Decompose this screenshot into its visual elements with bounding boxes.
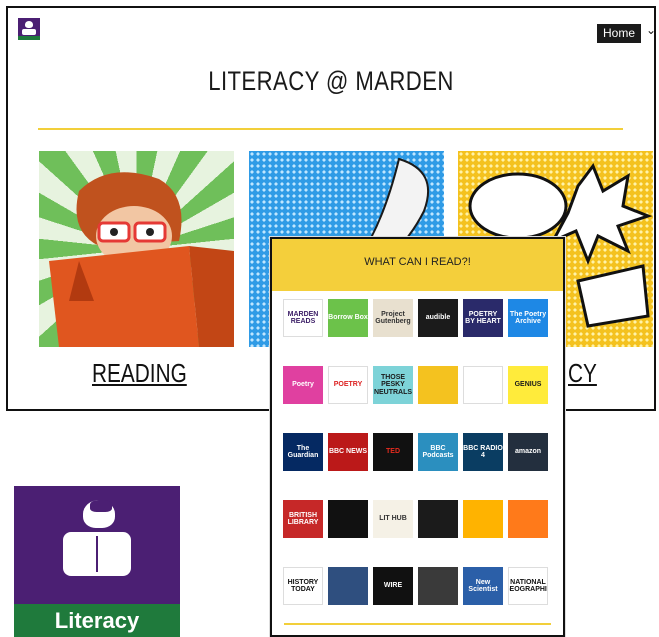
resource-tile[interactable]: WIRE <box>373 567 415 619</box>
resource-logo[interactable]: THOSE PESKY NEUTRALS <box>373 366 413 404</box>
resource-logo[interactable]: TED <box>373 433 413 471</box>
reading-woman-illustration <box>49 172 234 347</box>
resource-logo[interactable] <box>418 366 458 404</box>
resource-tile[interactable]: POETRY <box>328 366 370 418</box>
resource-logo[interactable] <box>328 500 368 538</box>
resource-logo[interactable]: WIRE <box>373 567 413 605</box>
resource-tile[interactable]: The Poetry Archive <box>508 299 550 351</box>
resource-logo[interactable]: POETRY <box>328 366 368 404</box>
resource-logo[interactable]: NATIONAL GEOGRAPHIC <box>508 567 548 605</box>
literacy-badge: Literacy <box>14 486 180 637</box>
resource-logo[interactable]: Poetry <box>283 366 323 404</box>
chevron-down-icon[interactable]: ⌄ <box>646 23 654 37</box>
resource-tile[interactable]: LIT HUB <box>373 500 415 552</box>
resource-tile[interactable] <box>328 567 370 619</box>
resource-tile[interactable] <box>463 500 505 552</box>
resource-tile[interactable]: BBC NEWS <box>328 433 370 485</box>
resource-tile[interactable]: BRITISH LIBRARY <box>283 500 325 552</box>
resource-logo[interactable]: LIT HUB <box>373 500 413 538</box>
resource-logo[interactable] <box>463 366 503 404</box>
resource-logo[interactable]: MARDEN READS <box>283 299 323 337</box>
resource-logo[interactable] <box>328 567 368 605</box>
resource-logo[interactable]: BBC Podcasts <box>418 433 458 471</box>
resource-logo[interactable]: Project Gutenberg <box>373 299 413 337</box>
resource-logo[interactable] <box>508 500 548 538</box>
resource-tile[interactable]: HISTORY TODAY <box>283 567 325 619</box>
resource-logo[interactable] <box>418 567 458 605</box>
resource-tile[interactable]: POETRY BY HEART <box>463 299 505 351</box>
resource-logo[interactable]: POETRY BY HEART <box>463 299 503 337</box>
resource-tile[interactable] <box>508 500 550 552</box>
resource-logo[interactable]: amazon <box>508 433 548 471</box>
resource-tile[interactable]: audible <box>418 299 460 351</box>
resource-tile[interactable] <box>328 500 370 552</box>
tile-label-reading[interactable]: READING <box>92 358 187 389</box>
resource-logo[interactable]: The Poetry Archive <box>508 299 548 337</box>
tile-label-literacy[interactable]: CY <box>568 358 597 389</box>
home-nav-button[interactable]: Home <box>597 24 642 43</box>
resource-tile[interactable]: THOSE PESKY NEUTRALS <box>373 366 415 418</box>
resource-tile[interactable]: NATIONAL GEOGRAPHIC <box>508 567 550 619</box>
resource-logo[interactable] <box>463 500 503 538</box>
resource-tile[interactable]: Borrow Box <box>328 299 370 351</box>
what-can-i-read-window: WHAT CAN I READ?! MARDEN READS Borrow Box… <box>270 237 565 637</box>
popup-footer-divider <box>284 623 551 625</box>
resource-tile[interactable] <box>418 567 460 619</box>
site-logo-icon[interactable] <box>18 18 40 40</box>
resource-tile[interactable]: TED <box>373 433 415 485</box>
tile-image-reading[interactable] <box>39 151 234 347</box>
resource-logo[interactable]: BRITISH LIBRARY <box>283 500 323 538</box>
resource-logo[interactable]: New Scientist <box>463 567 503 605</box>
resource-logo[interactable]: BBC NEWS <box>328 433 368 471</box>
resource-tile[interactable]: BBC Podcasts <box>418 433 460 485</box>
resource-tile[interactable]: BBC RADIO 4 <box>463 433 505 485</box>
resource-logo[interactable]: The Guardian <box>283 433 323 471</box>
resource-logo[interactable]: BBC RADIO 4 <box>463 433 503 471</box>
resource-tile[interactable]: MARDEN READS <box>283 299 325 351</box>
resource-tile[interactable]: GENIUS <box>508 366 550 418</box>
resource-logo[interactable] <box>418 500 458 538</box>
resource-tile[interactable] <box>418 500 460 552</box>
resource-logo[interactable]: audible <box>418 299 458 337</box>
page-title: LITERACY @ MARDEN <box>208 66 454 96</box>
resource-logo[interactable]: Borrow Box <box>328 299 368 337</box>
popup-title: WHAT CAN I READ?! <box>364 256 471 268</box>
resource-tile[interactable] <box>418 366 460 418</box>
popup-header: WHAT CAN I READ?! <box>272 239 563 291</box>
resource-tile[interactable]: The Guardian <box>283 433 325 485</box>
resource-tile[interactable]: Project Gutenberg <box>373 299 415 351</box>
resource-tile[interactable]: Poetry <box>283 366 325 418</box>
badge-label: Literacy <box>14 604 180 637</box>
resource-tile[interactable]: New Scientist <box>463 567 505 619</box>
resource-logo[interactable]: HISTORY TODAY <box>283 567 323 605</box>
resource-tile[interactable]: amazon <box>508 433 550 485</box>
resource-logo[interactable]: GENIUS <box>508 366 548 404</box>
resource-tile[interactable] <box>463 366 505 418</box>
title-divider <box>38 128 623 130</box>
